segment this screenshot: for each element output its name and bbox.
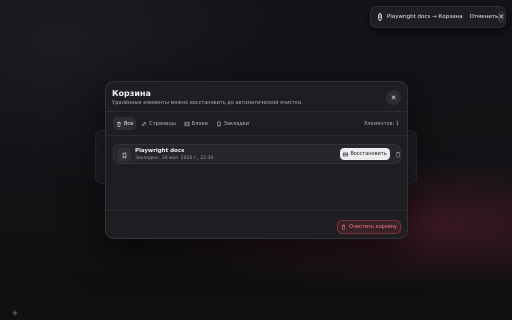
trash-icon bbox=[116, 121, 122, 127]
close-icon: ✕ bbox=[498, 13, 505, 21]
bookmark-icon bbox=[117, 148, 131, 162]
trash-icon bbox=[341, 224, 346, 230]
filter-tabs: Все Страницы Блоки Закладки bbox=[113, 117, 252, 130]
divider bbox=[106, 111, 407, 112]
bookmark-icon bbox=[216, 121, 222, 127]
items-count-label: Элементов: bbox=[363, 121, 395, 127]
link-icon bbox=[141, 121, 147, 127]
tab-label: Все bbox=[124, 120, 134, 127]
tab-label: Закладки bbox=[223, 120, 250, 127]
tab-blocks[interactable]: Блоки bbox=[181, 117, 211, 130]
info-icon: i bbox=[378, 13, 382, 21]
toast-close-button[interactable]: ✕ bbox=[498, 11, 505, 23]
tab-label: Страницы bbox=[149, 120, 176, 127]
restore-label: Восстановить bbox=[350, 151, 387, 157]
close-icon: ✕ bbox=[390, 93, 397, 102]
divider bbox=[106, 135, 407, 136]
dialog-subtitle: Удалённые элементы можно восстановить до… bbox=[112, 100, 303, 106]
empty-trash-label: Очистить корзину bbox=[349, 224, 397, 230]
tab-bookmarks[interactable]: Закладки bbox=[213, 117, 252, 130]
items-count-value: 1 bbox=[395, 121, 399, 127]
divider bbox=[106, 210, 407, 211]
tab-all[interactable]: Все bbox=[113, 117, 137, 130]
dialog-close-button[interactable]: ✕ bbox=[386, 90, 401, 105]
restore-icon bbox=[343, 152, 349, 156]
tab-pages[interactable]: Страницы bbox=[138, 117, 179, 130]
trash-icon bbox=[395, 151, 400, 157]
tab-label: Блоки bbox=[191, 120, 208, 127]
grid-icon bbox=[184, 121, 190, 127]
restore-button[interactable]: Восстановить bbox=[340, 148, 390, 160]
trash-dialog: Корзина Удалённые элементы можно восстан… bbox=[105, 81, 408, 239]
undo-toast: i Playwright docs → Корзина Отменить ✕ bbox=[370, 6, 506, 28]
trash-item: Playwright docs Закладка · 26 мая. 2026 … bbox=[113, 144, 401, 164]
item-title: Playwright docs bbox=[135, 148, 185, 154]
dialog-title: Корзина bbox=[112, 89, 151, 98]
empty-trash-button[interactable]: Очистить корзину bbox=[337, 220, 401, 234]
undo-button[interactable]: Отменить bbox=[470, 14, 499, 20]
delete-forever-button[interactable] bbox=[394, 150, 401, 158]
item-meta: Закладка · 26 мая. 2026 г., 22:39 bbox=[135, 156, 214, 161]
sparkle-icon[interactable] bbox=[11, 302, 19, 317]
items-count: Элементов: 1 bbox=[364, 121, 399, 127]
toast-message: Playwright docs → Корзина bbox=[386, 14, 463, 20]
